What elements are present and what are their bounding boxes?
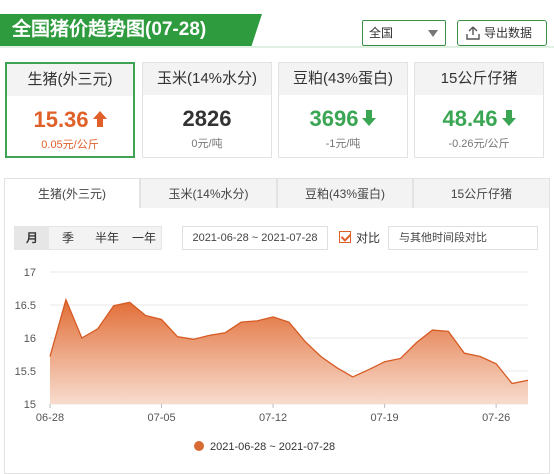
card-title: 15公斤仔猪 [415, 63, 543, 95]
tab-soymeal[interactable]: 豆粕(43%蛋白) [277, 178, 413, 208]
commodity-tabs: 生猪(外三元) 玉米(14%水分) 豆粕(43%蛋白) 15公斤仔猪 [4, 178, 550, 208]
data-point[interactable] [159, 317, 164, 322]
export-data-button[interactable]: 导出数据 [457, 20, 547, 46]
price-card-corn[interactable]: 玉米(14%水分) 2826 0元/吨 [142, 62, 272, 158]
data-point[interactable] [398, 356, 403, 361]
compare-period-field[interactable]: 与其他时间段对比 [388, 226, 538, 250]
x-tick-label: 07-26 [482, 412, 510, 424]
compare-checkbox[interactable] [339, 231, 351, 243]
data-point[interactable] [462, 351, 467, 356]
series-area [50, 299, 528, 404]
data-point[interactable] [526, 378, 531, 383]
price-card-soymeal[interactable]: 豆粕(43%蛋白) 3696 -1元/吨 [278, 62, 408, 158]
data-point[interactable] [79, 336, 84, 341]
data-point[interactable] [271, 314, 276, 319]
tab-corn[interactable]: 玉米(14%水分) [140, 178, 277, 208]
data-point[interactable] [95, 326, 100, 331]
card-title: 玉米(14%水分) [143, 63, 271, 95]
data-point[interactable] [255, 318, 260, 323]
period-selector: 月 季 半年 一年 [14, 226, 162, 250]
data-point[interactable] [127, 300, 132, 305]
data-point[interactable] [175, 334, 180, 339]
period-month-button[interactable]: 月 [15, 227, 49, 249]
date-range-field[interactable]: 2021-06-28 ~ 2021-07-28 [182, 226, 328, 250]
data-point[interactable] [63, 297, 68, 302]
arrow-down-icon [362, 110, 377, 127]
y-tick-label: 15.5 [15, 366, 36, 378]
card-value-number: 15.36 [33, 107, 89, 132]
export-data-label: 导出数据 [484, 26, 533, 40]
data-point[interactable] [111, 303, 116, 308]
y-tick-label: 17 [24, 267, 36, 279]
card-value: 15.36 [7, 106, 133, 134]
card-value-number: 3696 [309, 106, 359, 131]
region-select-value: 全国 [369, 26, 394, 40]
x-tick-label: 06-28 [36, 412, 64, 424]
data-point[interactable] [302, 339, 307, 344]
y-tick-label: 16.5 [15, 300, 36, 312]
data-point[interactable] [366, 367, 371, 372]
compare-label: 对比 [356, 231, 381, 245]
data-point[interactable] [382, 359, 387, 364]
data-point[interactable] [414, 340, 419, 345]
data-point[interactable] [207, 333, 212, 338]
price-trend-chart: 15 15.5 16 16.5 17 06-28 07-05 07-12 07-19 07-26 [15, 267, 531, 424]
data-point[interactable] [239, 320, 244, 325]
arrow-down-icon [501, 110, 516, 127]
price-card-hog[interactable]: 生猪(外三元) 15.36 0.05元/公斤 [5, 62, 135, 158]
chart-legend[interactable]: 2021-06-28 ~ 2021-07-28 [194, 438, 335, 456]
card-value: 48.46 [415, 105, 543, 133]
period-year-button[interactable]: 一年 [127, 227, 161, 249]
data-point[interactable] [143, 313, 148, 318]
data-point[interactable] [350, 374, 355, 379]
arrow-up-icon [92, 111, 107, 128]
period-quarter-button[interactable]: 季 [53, 227, 83, 249]
card-title: 豆粕(43%蛋白) [279, 63, 407, 95]
tab-piglet[interactable]: 15公斤仔猪 [413, 178, 550, 208]
data-point[interactable] [510, 381, 515, 386]
tab-hog[interactable]: 生猪(外三元) [4, 178, 140, 208]
data-point[interactable] [318, 354, 323, 359]
upload-icon [466, 26, 480, 40]
y-tick-label: 16 [24, 333, 36, 345]
card-title: 生猪(外三元) [7, 64, 133, 96]
data-point[interactable] [494, 361, 499, 366]
card-change: -1元/吨 [325, 138, 361, 150]
price-card-piglet[interactable]: 15公斤仔猪 48.46 -0.26元/公斤 [414, 62, 544, 158]
data-point[interactable] [48, 354, 53, 359]
period-halfyear-button[interactable]: 半年 [89, 227, 125, 249]
data-point[interactable] [223, 330, 228, 335]
x-tick-label: 07-12 [259, 412, 287, 424]
page-title: 全国猪价趋势图(07-28) [0, 14, 262, 46]
card-value: 3696 [279, 105, 407, 133]
title-divider [0, 46, 554, 48]
data-point[interactable] [430, 328, 435, 333]
data-point[interactable] [287, 320, 292, 325]
card-value-number: 48.46 [442, 106, 498, 131]
card-change: 0.05元/公斤 [7, 136, 133, 152]
legend-label: 2021-06-28 ~ 2021-07-28 [210, 441, 336, 453]
data-point[interactable] [334, 365, 339, 370]
data-point[interactable] [191, 337, 196, 342]
y-tick-label: 15 [24, 399, 36, 411]
card-value: 2826 [182, 106, 232, 131]
x-tick-label: 07-05 [147, 412, 175, 424]
data-point[interactable] [446, 329, 451, 334]
card-change: -0.26元/公斤 [448, 138, 510, 150]
region-select[interactable]: 全国 [362, 20, 446, 46]
legend-swatch [194, 441, 204, 452]
card-change-text: 0.05元/公斤 [41, 139, 99, 151]
card-change: 0元/吨 [191, 138, 223, 150]
x-tick-label: 07-19 [371, 412, 399, 424]
caret-down-icon [428, 30, 438, 37]
data-point[interactable] [478, 354, 483, 359]
